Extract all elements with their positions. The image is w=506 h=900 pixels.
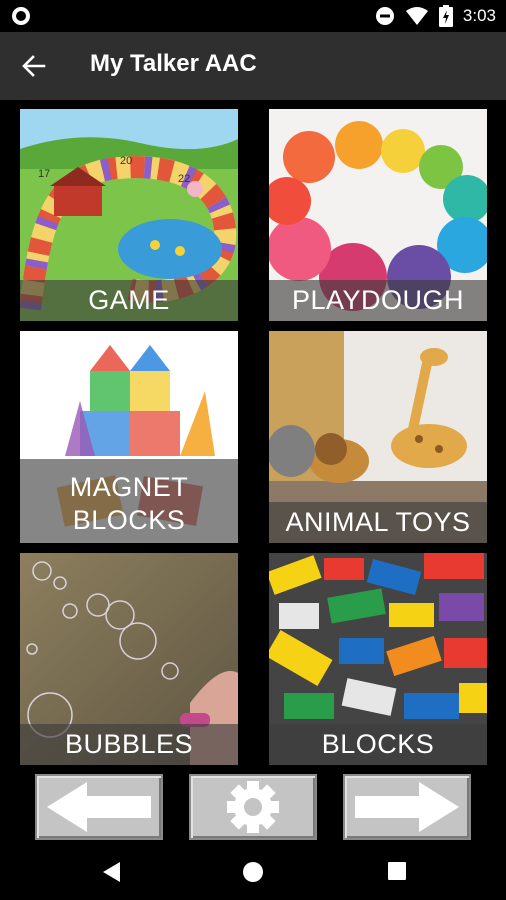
app-bar: My Talker AAC [0,32,506,100]
next-arrow-icon [355,782,459,832]
board-grid: 17 20 22 GAME PLAYDOUGH MAGNET BLOCKS AN… [0,100,506,770]
recents-square-icon[interactable] [387,861,407,881]
wifi-icon [405,7,428,25]
tile-label: BUBBLES [20,724,238,765]
tile-bubbles[interactable]: BUBBLES [20,553,238,765]
settings-gear-icon [227,781,279,833]
back-triangle-icon[interactable] [100,861,122,883]
arrow-back-icon [22,55,46,77]
status-clock: 3:03 [462,6,496,25]
status-bar: 3:03 [0,0,506,32]
tile-label-line2: BLOCKS [72,505,186,535]
next-button[interactable] [343,774,471,840]
do-not-disturb-icon [375,7,394,25]
previous-button[interactable] [35,774,163,840]
tile-animal-toys[interactable]: ANIMAL TOYS [269,331,487,543]
tile-label: GAME [20,280,238,321]
svg-text:22: 22 [178,173,190,185]
tile-label: MAGNET BLOCKS [20,459,238,543]
tile-label: BLOCKS [269,724,487,765]
app-notification-icon [12,7,30,25]
battery-icon [438,5,453,27]
svg-text:20: 20 [120,155,132,167]
tile-label-line1: MAGNET [69,472,189,502]
tile-game[interactable]: 17 20 22 GAME [20,109,238,321]
tile-magnet-blocks[interactable]: MAGNET BLOCKS [20,331,238,543]
system-navigation-bar [0,845,506,900]
settings-button[interactable] [189,774,317,840]
home-circle-icon[interactable] [242,861,264,883]
tile-playdough[interactable]: PLAYDOUGH [269,109,487,321]
svg-text:17: 17 [38,168,50,180]
tile-label: PLAYDOUGH [269,280,487,321]
tile-label: ANIMAL TOYS [269,502,487,543]
page-title: My Talker AAC [90,50,257,77]
previous-arrow-icon [47,782,151,832]
tile-blocks[interactable]: BLOCKS [269,553,487,765]
back-button[interactable] [14,46,54,86]
